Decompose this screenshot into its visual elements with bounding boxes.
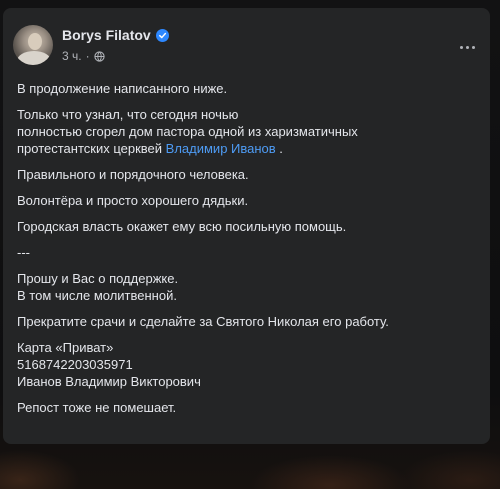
post-text: В продолжение написанного ниже. Только ч… <box>17 80 477 425</box>
meta-separator: · <box>85 49 90 63</box>
post-line: 5168742203035971 <box>17 357 133 372</box>
mention-link[interactable]: Владимир Иванов <box>166 141 276 156</box>
more-options-icon[interactable] <box>457 42 477 52</box>
post-line: Карта «Приват» <box>17 340 114 355</box>
globe-icon[interactable] <box>93 50 105 62</box>
avatar-shoulders <box>17 51 51 65</box>
post-paragraph: Волонтёра и просто хорошего дядьки. <box>17 193 249 208</box>
post-paragraph: Прошу и Вас о поддержке. В том числе мол… <box>17 270 477 304</box>
post-divider-text: --- <box>17 245 30 260</box>
facebook-post-card: Borys Filatov 3 ч. · В продолжение напис… <box>3 8 490 444</box>
post-paragraph: Городская власть окажет ему всю посильну… <box>17 219 347 234</box>
post-paragraph: В продолжение написанного ниже. <box>17 81 228 96</box>
post-line: Иванов Владимир Викторович <box>17 374 201 389</box>
post-paragraph: Правильного и порядочного человека. <box>17 167 249 182</box>
verified-badge-icon <box>155 28 169 42</box>
post-timestamp[interactable]: 3 ч. <box>62 49 82 63</box>
author-row: Borys Filatov <box>62 27 169 43</box>
post-meta: 3 ч. · <box>62 49 105 63</box>
post-paragraph: Только что узнал, что сегодня ночью полн… <box>17 106 477 157</box>
author-name[interactable]: Borys Filatov <box>62 27 151 43</box>
post-text-fragment: протестантских церквей <box>17 141 166 156</box>
post-line: Только что узнал, что сегодня ночью <box>17 107 239 122</box>
author-avatar[interactable] <box>13 25 53 65</box>
post-paragraph: Репост тоже не помешает. <box>17 400 177 415</box>
post-line: протестантских церквей Владимир Иванов . <box>17 140 477 157</box>
post-line: полностью сгорел дом пастора одной из ха… <box>17 124 358 139</box>
post-paragraph: Прекратите срачи и сделайте за Святого Н… <box>17 314 389 329</box>
post-line: Прошу и Вас о поддержке. <box>17 271 179 286</box>
post-line: В том числе молитвенной. <box>17 288 177 303</box>
post-paragraph: Карта «Приват» 5168742203035971 Иванов В… <box>17 339 477 390</box>
post-text-fragment: . <box>275 141 283 156</box>
avatar-face <box>28 33 42 50</box>
